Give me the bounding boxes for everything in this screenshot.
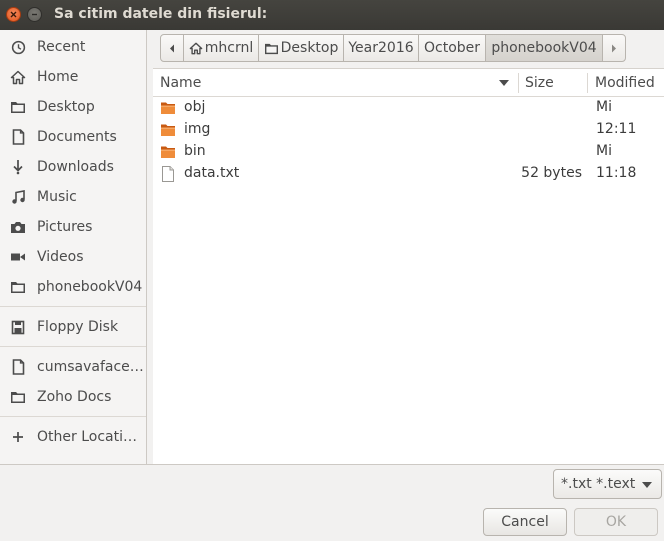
plus-icon	[10, 429, 26, 445]
title-bar: Sa citim datele din fisierul:	[0, 0, 664, 30]
sidebar-item-label: Documents	[37, 129, 117, 145]
sidebar-item-label: Videos	[37, 249, 84, 265]
sidebar-item-downloads[interactable]: Downloads	[0, 152, 146, 182]
path-segment-label: mhcrnl	[204, 40, 254, 56]
sidebar-item-label: Zoho Docs	[37, 389, 112, 405]
file-row[interactable]: img 12:11	[153, 119, 664, 141]
sidebar-item-other-locations[interactable]: Other Locations	[0, 422, 146, 452]
folder-icon	[10, 279, 26, 295]
sidebar-item-label: Pictures	[37, 219, 93, 235]
ok-button-label: OK	[605, 514, 627, 530]
column-separator	[587, 73, 588, 93]
sidebar-item-documents[interactable]: Documents	[0, 122, 146, 152]
places-sidebar: Recent Home Desktop Documents Downloads …	[0, 30, 147, 464]
folder-icon	[161, 124, 175, 136]
file-list: Name Size Modified obj Mi img 12:11 bin …	[153, 68, 664, 464]
file-name: bin	[184, 143, 206, 159]
document-icon	[10, 359, 26, 375]
filter-selected-value: *.txt *.text	[561, 476, 636, 492]
sidebar-item-music[interactable]: Music	[0, 182, 146, 212]
path-segment-october[interactable]: October	[418, 34, 486, 62]
file-modified: 12:11	[596, 121, 637, 137]
dialog-bottom-bar: *.txt *.text Cancel OK	[0, 464, 664, 541]
file-modified: Mi	[596, 99, 612, 115]
sidebar-item-label: phonebookV04	[37, 279, 143, 295]
document-icon	[10, 129, 26, 145]
video-icon	[10, 249, 26, 265]
home-icon	[189, 42, 203, 54]
folder-icon	[264, 43, 278, 54]
path-segment-label: Desktop	[280, 40, 339, 56]
sidebar-item-label: Desktop	[37, 99, 95, 115]
file-name: data.txt	[184, 165, 240, 181]
column-header-name[interactable]: Name	[160, 75, 201, 91]
path-segment-label: Year2016	[348, 40, 414, 56]
sidebar-item-label: cumsavafacem...	[37, 359, 145, 375]
sidebar-item-recent[interactable]: Recent	[0, 32, 146, 62]
sidebar-item-home[interactable]: Home	[0, 62, 146, 92]
file-name: obj	[184, 99, 206, 115]
cancel-button[interactable]: Cancel	[483, 508, 567, 536]
sidebar-item-label: Music	[37, 189, 77, 205]
chevron-right-icon	[612, 44, 616, 52]
file-type-filter-dropdown[interactable]: *.txt *.text	[553, 469, 662, 499]
column-header-size[interactable]: Size	[525, 75, 554, 91]
sort-descending-icon[interactable]	[499, 80, 509, 86]
file-row[interactable]: bin Mi	[153, 141, 664, 163]
sidebar-item-phonebookv04[interactable]: phonebookV04	[0, 272, 146, 302]
column-header-modified[interactable]: Modified	[595, 75, 655, 91]
path-segment-label: phonebookV04	[491, 40, 597, 56]
sidebar-item-cumsavafacem[interactable]: cumsavafacem...	[0, 352, 146, 382]
folder-icon	[161, 146, 175, 158]
file-modified: 11:18	[596, 165, 637, 181]
sidebar-separator	[0, 416, 146, 417]
sidebar-separator	[0, 346, 146, 347]
path-segment-desktop[interactable]: Desktop	[258, 34, 344, 62]
file-name: img	[184, 121, 211, 137]
path-bar: mhcrnl Desktop Year2016 October phoneboo…	[160, 34, 626, 62]
download-icon	[10, 159, 26, 175]
path-segment-home[interactable]: mhcrnl	[183, 34, 259, 62]
music-icon	[10, 189, 26, 205]
path-segment-label: October	[423, 40, 481, 56]
clock-icon	[10, 39, 26, 55]
sidebar-separator	[0, 306, 146, 307]
file-row[interactable]: data.txt 52 bytes 11:18	[153, 163, 664, 185]
path-scroll-left-button[interactable]	[160, 34, 184, 62]
sidebar-item-label: Floppy Disk	[37, 319, 119, 335]
sidebar-item-label: Recent	[37, 39, 86, 55]
sidebar-item-label: Other Locations	[37, 429, 145, 445]
folder-icon	[10, 389, 26, 405]
sidebar-item-desktop[interactable]: Desktop	[0, 92, 146, 122]
camera-icon	[10, 219, 26, 235]
file-size: 52 bytes	[521, 165, 582, 181]
path-segment-year2016[interactable]: Year2016	[343, 34, 419, 62]
close-window-button[interactable]	[6, 7, 21, 22]
minimize-window-button[interactable]	[27, 7, 42, 22]
file-modified: Mi	[596, 143, 612, 159]
sidebar-item-label: Downloads	[37, 159, 114, 175]
chevron-left-icon	[170, 44, 174, 52]
file-row[interactable]: obj Mi	[153, 97, 664, 119]
file-list-header: Name Size Modified	[153, 69, 664, 97]
folder-icon	[10, 99, 26, 115]
chevron-down-icon	[642, 482, 652, 488]
path-segment-phonebookv04[interactable]: phonebookV04	[485, 34, 603, 62]
close-icon	[10, 11, 17, 18]
sidebar-item-zoho-docs[interactable]: Zoho Docs	[0, 382, 146, 412]
window-title: Sa citim datele din fisierul:	[54, 6, 268, 22]
minimize-icon	[32, 13, 37, 16]
sidebar-item-pictures[interactable]: Pictures	[0, 212, 146, 242]
home-icon	[10, 69, 26, 85]
path-scroll-right-button[interactable]	[602, 34, 626, 62]
floppy-icon	[10, 319, 26, 335]
sidebar-item-label: Home	[37, 69, 79, 85]
sidebar-item-videos[interactable]: Videos	[0, 242, 146, 272]
cancel-button-label: Cancel	[501, 514, 549, 530]
column-separator	[518, 73, 519, 93]
ok-button[interactable]: OK	[574, 508, 658, 536]
sidebar-item-floppy-disk[interactable]: Floppy Disk	[0, 312, 146, 342]
folder-icon	[161, 102, 175, 114]
text-file-icon	[162, 166, 174, 182]
